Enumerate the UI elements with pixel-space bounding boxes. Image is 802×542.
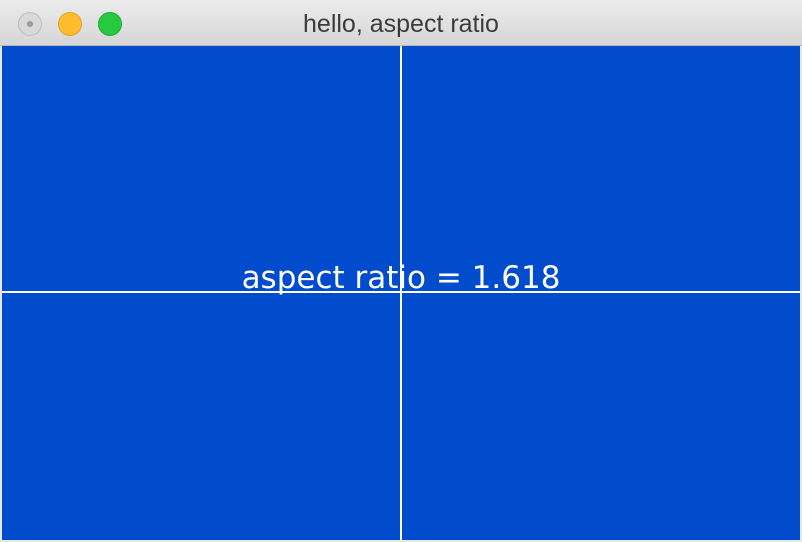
app-window: hello, aspect ratio aspect ratio = 1.618	[0, 0, 802, 542]
window-title: hello, aspect ratio	[303, 10, 499, 38]
render-canvas[interactable]: aspect ratio = 1.618	[2, 46, 800, 540]
aspect-ratio-label: aspect ratio = 1.618	[241, 260, 561, 296]
title-bar[interactable]: hello, aspect ratio	[0, 0, 802, 46]
